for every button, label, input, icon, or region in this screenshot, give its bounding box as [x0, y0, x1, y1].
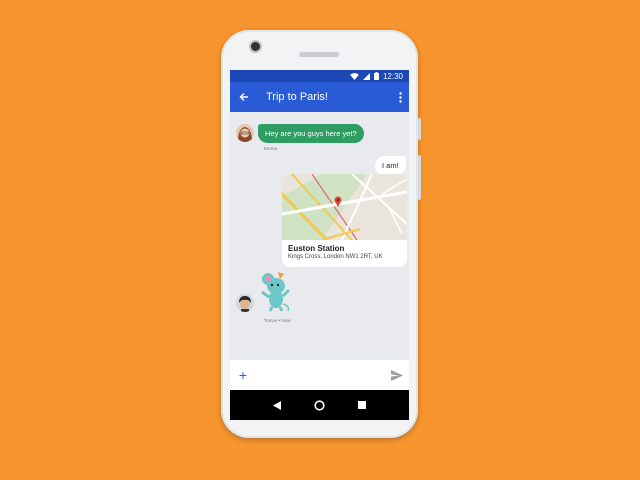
system-nav-bar [230, 390, 409, 420]
map-preview[interactable] [282, 174, 407, 242]
phone-device: 12:30 Trip to Paris! Hey are you guys he… [221, 30, 421, 438]
sticker-meta: Tomas • Now [264, 318, 291, 323]
avatar[interactable] [236, 294, 254, 312]
battery-icon [373, 72, 379, 80]
conversation-title: Trip to Paris! [266, 91, 328, 103]
map-pin-icon [334, 194, 342, 212]
add-icon[interactable]: + [230, 367, 256, 383]
mouse-sticker[interactable] [258, 270, 294, 312]
status-time: 12:30 [382, 71, 403, 81]
nav-recents-icon[interactable] [355, 398, 369, 412]
power-button [418, 118, 421, 140]
back-arrow-icon[interactable] [230, 82, 258, 112]
volume-button [418, 155, 421, 200]
message-list: Hey are you guys here yet? Emma I am! Eu… [230, 112, 409, 360]
wifi-icon [350, 72, 359, 80]
status-bar: 12:30 [230, 70, 409, 82]
outgoing-message[interactable]: I am! [375, 156, 406, 175]
signal-icon [362, 72, 370, 80]
nav-back-icon[interactable] [270, 398, 284, 412]
more-vert-icon[interactable] [391, 82, 409, 112]
send-icon[interactable] [385, 369, 409, 381]
location-card[interactable]: Euston Station Kings Cross, London NW1 2… [282, 174, 407, 267]
location-address: Kings Cross, London NW1 2RT, UK [288, 254, 383, 260]
app-bar: Trip to Paris! [230, 82, 409, 112]
avatar[interactable] [236, 124, 254, 142]
nav-home-icon[interactable] [312, 398, 326, 412]
message-sender: Emma [264, 146, 278, 151]
compose-bar: + [230, 360, 409, 390]
earpiece [299, 52, 339, 57]
location-name: Euston Station [288, 244, 345, 253]
phone-screen: 12:30 Trip to Paris! Hey are you guys he… [230, 70, 409, 420]
message-input[interactable] [256, 364, 385, 386]
incoming-message[interactable]: Hey are you guys here yet? [258, 124, 364, 143]
front-camera [251, 42, 260, 51]
